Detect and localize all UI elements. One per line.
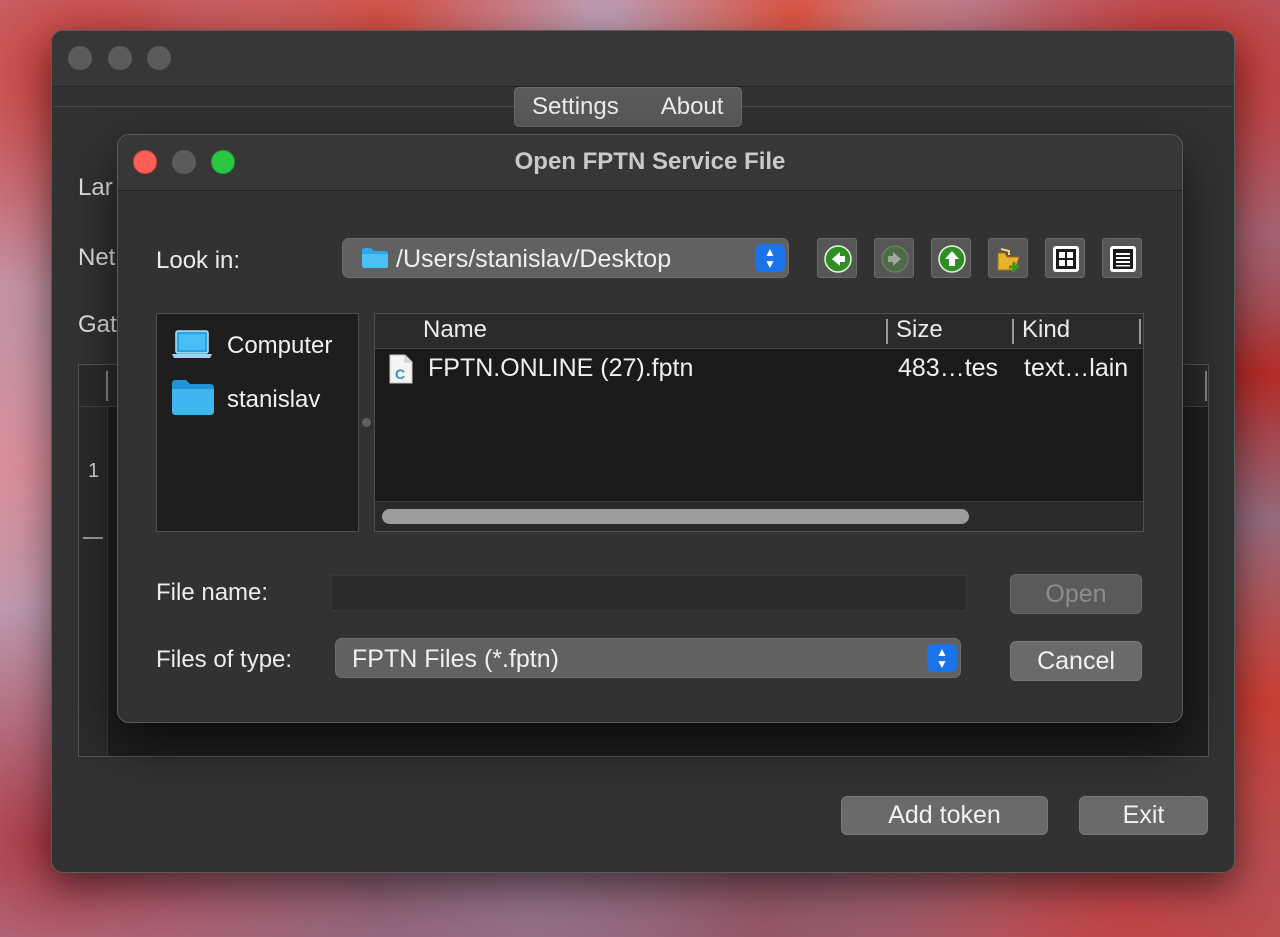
close-button[interactable]	[68, 46, 92, 70]
tab-settings[interactable]: Settings	[515, 88, 643, 126]
main-titlebar	[52, 31, 1234, 87]
file-size: 483…tes	[898, 354, 999, 382]
row-number: 1	[88, 460, 100, 482]
cancel-button[interactable]: Cancel	[1010, 641, 1142, 681]
zoom-button[interactable]	[147, 46, 171, 70]
sidebar-item-computer[interactable]: Computer	[157, 320, 358, 368]
files-of-type-combo[interactable]: FPTN Files (*.fptn) ▲ ▼	[335, 638, 961, 678]
column-separator[interactable]	[1012, 319, 1014, 344]
chevron-updown-icon: ▲ ▼	[927, 644, 957, 672]
list-view-button[interactable]	[1102, 238, 1142, 278]
chevron-updown-icon: ▲ ▼	[755, 244, 785, 272]
file-name-field[interactable]	[331, 575, 967, 611]
file-list[interactable]: Name Size Kind C FPTN.ONLINE (27).fptn 4…	[374, 313, 1144, 532]
parent-directory-button[interactable]	[931, 238, 971, 278]
folder-icon	[172, 380, 214, 415]
file-list-header: Name Size Kind	[375, 314, 1143, 349]
dialog-titlebar: Open FPTN Service File	[118, 135, 1182, 191]
splitter-handle[interactable]	[362, 418, 371, 427]
forward-button[interactable]	[874, 238, 914, 278]
add-token-button[interactable]: Add token	[841, 796, 1048, 835]
column-size[interactable]: Size	[896, 316, 943, 344]
list-view-icon	[1110, 246, 1136, 272]
new-folder-button[interactable]	[988, 238, 1028, 278]
current-path: /Users/stanislav/Desktop	[396, 245, 672, 273]
look-in-label: Look in:	[156, 247, 241, 274]
file-kind: text…lain	[1024, 354, 1129, 382]
folder-icon	[362, 248, 388, 268]
network-label: Net	[78, 244, 116, 271]
new-folder-icon	[997, 248, 1020, 272]
column-name[interactable]: Name	[423, 316, 487, 344]
sidebar-item-label: stanislav	[227, 386, 321, 413]
look-in-combo[interactable]: /Users/stanislav/Desktop ▲ ▼	[342, 238, 789, 278]
dialog-title: Open FPTN Service File	[514, 148, 786, 175]
sidebar-item-stanislav[interactable]: stanislav	[157, 374, 358, 422]
detail-view-button[interactable]	[1045, 238, 1085, 278]
detail-view-icon	[1053, 246, 1079, 272]
column-separator[interactable]	[1139, 319, 1141, 344]
files-of-type-label: Files of type:	[156, 646, 293, 673]
file-name: FPTN.ONLINE (27).fptn	[428, 354, 694, 382]
svg-text:C: C	[395, 366, 405, 382]
text-file-icon: C	[389, 354, 413, 384]
scrollbar-thumb[interactable]	[382, 509, 969, 524]
open-button[interactable]: Open	[1010, 574, 1142, 614]
tab-about[interactable]: About	[643, 88, 742, 126]
horizontal-scrollbar[interactable]	[375, 501, 1143, 531]
file-name-label: File name:	[156, 579, 269, 606]
gateway-label: Gat	[78, 311, 117, 338]
column-separator[interactable]	[886, 319, 888, 344]
column-separator[interactable]	[106, 371, 108, 401]
files-of-type-value: FPTN Files (*.fptn)	[352, 645, 559, 673]
back-arrow-icon	[824, 245, 852, 273]
sidebar-item-label: Computer	[227, 332, 333, 359]
computer-icon	[172, 330, 212, 358]
column-kind[interactable]: Kind	[1022, 316, 1070, 344]
tab-bar: Settings About	[514, 87, 743, 127]
language-label: Lar	[78, 174, 113, 201]
row-header: 1	[79, 407, 108, 756]
places-sidebar: Computer stanislav	[156, 313, 359, 532]
list-item[interactable]: C FPTN.ONLINE (27).fptn 483…tes text…lai…	[375, 350, 1143, 386]
back-button[interactable]	[817, 238, 857, 278]
forward-arrow-icon	[881, 245, 909, 273]
minimize-button[interactable]	[108, 46, 132, 70]
open-file-dialog: Open FPTN Service File Look in: /Users/s…	[117, 134, 1183, 723]
parent-directory-icon	[938, 245, 966, 273]
row-separator	[83, 537, 103, 539]
exit-button[interactable]: Exit	[1079, 796, 1208, 835]
column-separator[interactable]	[1205, 371, 1207, 401]
